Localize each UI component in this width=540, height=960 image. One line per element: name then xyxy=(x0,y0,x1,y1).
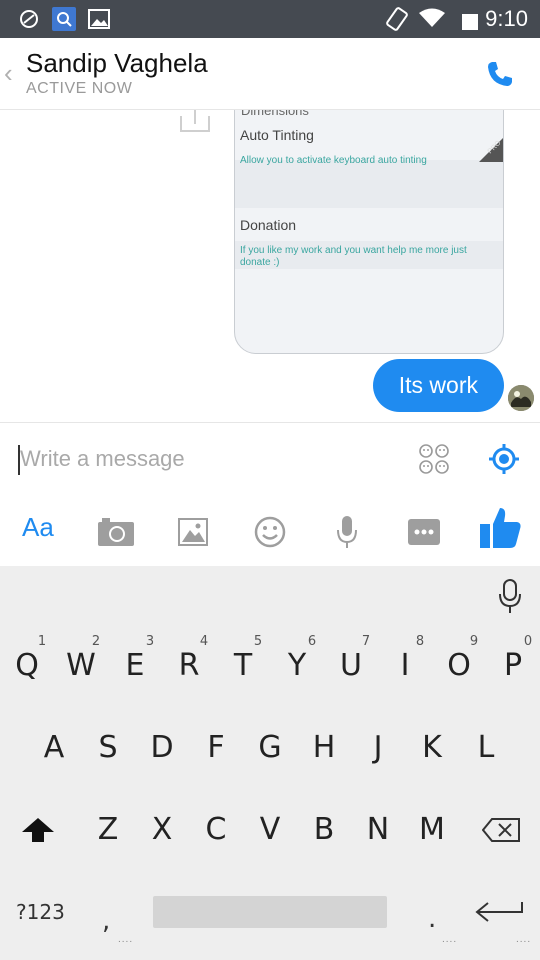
battery-icon xyxy=(462,14,478,30)
seen-avatar xyxy=(508,385,534,411)
key-a[interactable]: A xyxy=(27,730,81,765)
key-s[interactable]: S xyxy=(81,730,135,765)
key-j[interactable]: J xyxy=(351,730,405,765)
key-q[interactable]: Q xyxy=(0,648,54,683)
key-o[interactable]: O xyxy=(432,648,486,683)
key-t[interactable]: T xyxy=(216,648,270,683)
key-z[interactable]: Z xyxy=(81,812,135,847)
key-hint: 1 xyxy=(37,634,47,649)
key-hint: 0 xyxy=(523,634,533,649)
key-e[interactable]: E xyxy=(108,648,162,683)
screenshot-band xyxy=(235,160,503,208)
rotation-icon xyxy=(386,7,408,31)
key-c[interactable]: C xyxy=(189,812,243,847)
shift-key-icon[interactable] xyxy=(22,818,54,844)
key-hint: 9 xyxy=(469,634,479,649)
voice-input-icon[interactable] xyxy=(498,578,522,614)
soft-keyboard: 1 2 3 4 5 6 7 8 9 0 Q W E R T Y U I O P … xyxy=(0,566,540,960)
text-mode-button[interactable]: Aa xyxy=(22,512,54,552)
key-f[interactable]: F xyxy=(189,730,243,765)
key-v[interactable]: V xyxy=(243,812,297,847)
back-button[interactable]: ‹ xyxy=(4,58,13,89)
search-notification-icon xyxy=(52,7,76,31)
sent-message-bubble[interactable]: Its work xyxy=(372,359,504,412)
comma-key[interactable]: , xyxy=(102,906,110,936)
enter-more-indicator: .... xyxy=(516,934,532,945)
symbols-key[interactable]: ?123 xyxy=(16,900,65,924)
clock: 9:10 xyxy=(485,6,528,31)
key-y[interactable]: Y xyxy=(270,648,324,683)
key-hint: 5 xyxy=(253,634,263,649)
message-thread[interactable]: Dimensions Auto Tinting Allow you to act… xyxy=(0,110,540,422)
sticker-icon[interactable] xyxy=(254,510,286,550)
gallery-notification-icon xyxy=(88,9,110,29)
key-hint: 3 xyxy=(145,634,155,649)
message-input[interactable] xyxy=(20,439,400,479)
key-x[interactable]: X xyxy=(135,812,189,847)
screenshot-heading: Dimensions xyxy=(241,110,309,118)
backspace-key-icon[interactable] xyxy=(482,818,520,842)
enter-key-icon[interactable] xyxy=(474,900,524,924)
message-composer xyxy=(0,422,540,494)
key-w[interactable]: W xyxy=(54,648,108,683)
key-d[interactable]: D xyxy=(135,730,189,765)
key-p[interactable]: P xyxy=(486,648,540,683)
location-icon[interactable] xyxy=(488,443,520,475)
avatar-image-icon xyxy=(508,385,534,411)
key-b[interactable]: B xyxy=(297,812,351,847)
screenshot-row-desc: If you like my work and you want help me… xyxy=(240,245,467,268)
camera-icon[interactable] xyxy=(98,510,134,550)
comma-more-indicator: .... xyxy=(118,934,134,945)
status-bar: 9:10 xyxy=(0,0,540,38)
composer-toolbar: Aa xyxy=(0,494,540,566)
key-r[interactable]: R xyxy=(162,648,216,683)
key-m[interactable]: M xyxy=(405,812,459,847)
key-g[interactable]: G xyxy=(243,730,297,765)
key-hint: 2 xyxy=(91,634,101,649)
key-hint: 4 xyxy=(199,634,209,649)
conversation-header: ‹ Sandip Vaghela ACTIVE NOW xyxy=(0,38,540,110)
more-icon[interactable] xyxy=(408,510,440,550)
screenshot-row-desc: Allow you to activate keyboard auto tint… xyxy=(240,155,427,166)
like-icon[interactable] xyxy=(480,506,522,550)
emoji-icon[interactable] xyxy=(418,443,450,475)
spacebar[interactable] xyxy=(153,896,387,928)
wifi-icon xyxy=(419,8,445,27)
gallery-icon[interactable] xyxy=(178,510,208,550)
period-more-indicator: .... xyxy=(442,934,458,945)
share-icon[interactable] xyxy=(178,110,212,134)
key-u[interactable]: U xyxy=(324,648,378,683)
screenshot-row-title: Donation xyxy=(240,217,297,233)
key-n[interactable]: N xyxy=(351,812,405,847)
period-key[interactable]: . xyxy=(428,904,436,934)
key-l[interactable]: L xyxy=(459,730,513,765)
key-hint: 6 xyxy=(307,634,317,649)
key-k[interactable]: K xyxy=(405,730,459,765)
sync-icon xyxy=(20,10,38,28)
phone-call-button[interactable] xyxy=(484,58,516,90)
microphone-icon[interactable] xyxy=(336,510,358,550)
key-i[interactable]: I xyxy=(378,648,432,683)
active-status: ACTIVE NOW xyxy=(26,80,133,97)
contact-name[interactable]: Sandip Vaghela xyxy=(26,48,208,79)
shared-image-message[interactable]: Dimensions Auto Tinting Allow you to act… xyxy=(234,110,504,354)
key-hint: 8 xyxy=(415,634,425,649)
key-hint: 7 xyxy=(361,634,371,649)
screenshot-row-title: Auto Tinting xyxy=(240,127,314,143)
key-h[interactable]: H xyxy=(297,730,351,765)
